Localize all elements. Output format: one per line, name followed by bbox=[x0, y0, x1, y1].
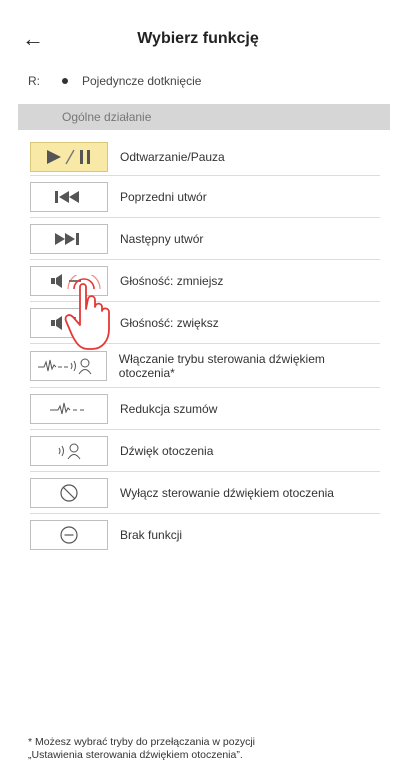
footnote-line: „Ustawienia sterowania dźwiękiem otoczen… bbox=[28, 749, 243, 761]
function-label: Dźwięk otoczenia bbox=[120, 443, 214, 458]
function-item-play-pause[interactable]: Odtwarzanie/Pauza bbox=[30, 138, 380, 176]
ambient-off-icon bbox=[30, 477, 108, 508]
function-label: Włączanie trybu sterowania dźwiękiem oto… bbox=[118, 351, 325, 380]
page-title: Wybierz funkcję bbox=[137, 30, 259, 47]
previous-track-icon bbox=[30, 181, 108, 212]
footnote-line: * Możesz wybrać tryby do przełączania w … bbox=[28, 736, 256, 748]
function-item-previous[interactable]: Poprzedni utwór bbox=[30, 176, 380, 218]
function-item-ambient-off[interactable]: Wyłącz sterowanie dźwiękiem otoczenia bbox=[30, 472, 380, 514]
function-item-volume-up[interactable]: Głośność: zwiększ bbox=[30, 302, 380, 344]
bullet-icon bbox=[62, 78, 68, 84]
function-item-ambient-mode-toggle[interactable]: Włączanie trybu sterowania dźwiękiem oto… bbox=[30, 344, 380, 388]
next-track-icon bbox=[30, 223, 108, 254]
function-item-next[interactable]: Następny utwór bbox=[30, 218, 380, 260]
ambient-mode-toggle-icon bbox=[30, 350, 107, 381]
section-header: Ogólne działanie bbox=[18, 104, 390, 130]
noise-cancel-icon bbox=[30, 393, 108, 424]
function-label: Wyłącz sterowanie dźwiękiem otoczenia bbox=[120, 485, 334, 500]
function-label: Głośność: zmniejsz bbox=[120, 273, 224, 288]
header: ← Wybierz funkcję bbox=[0, 0, 396, 80]
no-function-icon bbox=[30, 520, 108, 550]
volume-down-icon bbox=[30, 265, 108, 296]
function-label: Następny utwór bbox=[120, 231, 204, 246]
function-label: Głośność: zwiększ bbox=[120, 315, 219, 330]
gesture-label: Pojedyncze dotknięcie bbox=[82, 74, 202, 88]
function-list: Odtwarzanie/Pauza Poprzedni utwór Następ… bbox=[30, 138, 380, 556]
function-label: Odtwarzanie/Pauza bbox=[120, 149, 225, 164]
function-item-ambient-sound[interactable]: Dźwięk otoczenia bbox=[30, 430, 380, 472]
volume-up-icon bbox=[30, 307, 108, 338]
function-item-volume-down[interactable]: Głośność: zmniejsz bbox=[30, 260, 380, 302]
play-pause-icon bbox=[30, 141, 108, 172]
function-label: Brak funkcji bbox=[120, 528, 183, 542]
footnote: * Możesz wybrać tryby do przełączania w … bbox=[28, 736, 368, 762]
function-item-none[interactable]: Brak funkcji bbox=[30, 514, 380, 556]
ambient-sound-icon bbox=[30, 435, 108, 466]
function-item-noise-cancel[interactable]: Redukcja szumów bbox=[30, 388, 380, 430]
function-label: Redukcja szumów bbox=[120, 401, 218, 416]
touch-selector: R: Pojedyncze dotknięcie bbox=[28, 74, 201, 88]
function-label: Poprzedni utwór bbox=[120, 189, 207, 204]
side-label: R: bbox=[28, 74, 40, 88]
